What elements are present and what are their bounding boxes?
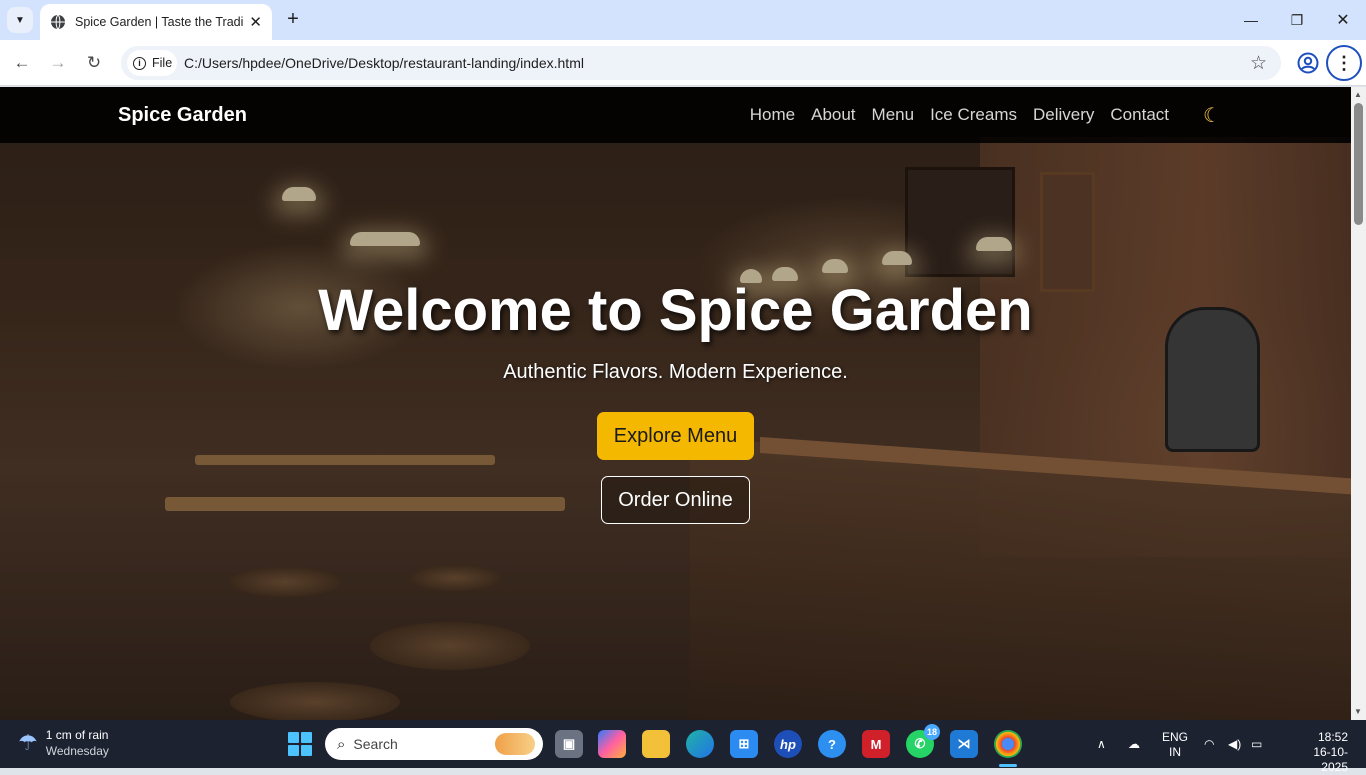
wifi-icon[interactable]: ◠ <box>1204 720 1214 768</box>
new-tab-button[interactable]: + <box>282 9 304 31</box>
close-window-button[interactable]: ✕ <box>1320 0 1366 40</box>
show-hidden-icons-button[interactable]: ∧ <box>1097 720 1106 768</box>
chevron-up-icon: ∧ <box>1097 737 1106 751</box>
browser-toolbar: ← → ↻ i File C:/Users/hpdee/OneDrive/Des… <box>0 40 1366 86</box>
weather-day: Wednesday <box>45 744 109 758</box>
language-indicator[interactable]: ENG IN <box>1162 730 1188 760</box>
help-icon[interactable]: ? <box>818 730 846 758</box>
hp-icon[interactable]: hp <box>774 730 802 758</box>
chevron-down-icon: ▼ <box>15 14 25 26</box>
close-tab-icon[interactable]: ✕ <box>249 13 262 31</box>
profile-icon[interactable] <box>1296 51 1320 75</box>
back-button[interactable]: ← <box>8 49 36 77</box>
arrow-right-icon: → <box>49 53 67 72</box>
lang-region: IN <box>1169 745 1181 759</box>
globe-icon <box>51 14 65 30</box>
tab-search-button[interactable]: ▼ <box>7 7 33 33</box>
file-explorer-icon[interactable] <box>642 730 670 758</box>
site-brand-logo[interactable]: Spice Garden <box>118 104 247 127</box>
task-view-icon[interactable]: ▣ <box>555 730 583 758</box>
microsoft-store-icon[interactable]: ⊞ <box>730 730 758 758</box>
hero-title: Welcome to Spice Garden <box>318 278 1033 343</box>
tab-title: Spice Garden | Taste the Tradition <box>75 15 244 29</box>
hero-subtitle: Authentic Flavors. Modern Experience. <box>503 361 848 383</box>
copilot-icon[interactable] <box>598 730 626 758</box>
whatsapp-icon[interactable]: ✆ 18 <box>906 724 940 758</box>
nav-link-home[interactable]: Home <box>750 105 795 125</box>
nav-link-ice-creams[interactable]: Ice Creams <box>930 105 1017 125</box>
battery-icon[interactable]: ▭ <box>1251 720 1262 768</box>
clock-time: 18:52 <box>1317 730 1348 744</box>
scroll-down-icon[interactable]: ▼ <box>1354 707 1362 716</box>
nav-link-delivery[interactable]: Delivery <box>1033 105 1094 125</box>
search-highlight-image <box>495 733 535 755</box>
site-navbar: Spice Garden Home About Menu Ice Creams … <box>0 87 1351 143</box>
windows-taskbar: ☂ 1 cm of rain Wednesday ⌕ Search ▣ ⊞ hp… <box>0 720 1366 774</box>
scroll-up-icon[interactable]: ▲ <box>1354 90 1362 99</box>
forward-button[interactable]: → <box>44 49 72 77</box>
info-icon: i <box>133 56 146 70</box>
bookmark-star-icon[interactable]: ☆ <box>1250 52 1267 75</box>
browser-tab-active[interactable]: Spice Garden | Taste the Tradition ✕ <box>40 4 272 40</box>
taskbar-search-box[interactable]: ⌕ Search <box>325 728 543 760</box>
reload-icon: ↻ <box>86 53 102 72</box>
site-info-chip[interactable]: i File <box>127 50 177 76</box>
weather-summary: 1 cm of rain <box>45 728 109 742</box>
theme-toggle-button[interactable]: ☾ <box>1203 103 1221 128</box>
browser-tab-strip: ▼ Spice Garden | Taste the Tradition ✕ +… <box>0 0 1366 40</box>
scrollbar-thumb[interactable] <box>1354 103 1363 225</box>
network-offline-icon[interactable]: ☁ <box>1128 720 1140 768</box>
restore-button[interactable]: ❐ <box>1274 0 1320 40</box>
mcafee-icon[interactable]: M <box>862 730 890 758</box>
vscode-icon[interactable]: ⋊ <box>950 730 978 758</box>
volume-icon[interactable]: ◀) <box>1228 720 1241 768</box>
nav-link-about[interactable]: About <box>811 105 855 125</box>
page-viewport: Spice Garden Home About Menu Ice Creams … <box>0 87 1351 720</box>
arrow-left-icon: ← <box>13 53 31 72</box>
browser-menu-button[interactable]: ⋮ <box>1326 45 1362 81</box>
start-button[interactable] <box>288 732 312 756</box>
page-scrollbar[interactable]: ▲ ▼ <box>1351 87 1366 720</box>
order-online-button[interactable]: Order Online <box>601 476 750 524</box>
moon-icon: ☾ <box>1203 105 1221 127</box>
nav-link-menu[interactable]: Menu <box>872 105 915 125</box>
clock-date: 16-10-2025 <box>1313 745 1348 774</box>
umbrella-rain-icon: ☂ <box>18 730 38 755</box>
address-bar[interactable]: i File C:/Users/hpdee/OneDrive/Desktop/r… <box>121 46 1281 80</box>
reload-button[interactable]: ↻ <box>80 49 108 77</box>
chrome-icon[interactable] <box>994 730 1022 758</box>
site-info-label: File <box>152 56 173 70</box>
kebab-menu-icon: ⋮ <box>1335 52 1353 73</box>
active-app-indicator <box>999 764 1017 767</box>
search-icon: ⌕ <box>337 735 346 753</box>
hero-overlay <box>0 87 1351 720</box>
minimize-button[interactable]: — <box>1228 0 1274 40</box>
taskbar-search-placeholder: Search <box>353 736 398 752</box>
lang-code: ENG <box>1162 730 1189 744</box>
system-clock[interactable]: 18:52 16-10-2025 <box>1300 730 1348 775</box>
whatsapp-badge: 18 <box>924 724 940 740</box>
weather-widget[interactable]: ☂ 1 cm of rain Wednesday <box>18 728 109 758</box>
explore-menu-button[interactable]: Explore Menu <box>597 412 754 460</box>
url-text[interactable]: C:/Users/hpdee/OneDrive/Desktop/restaura… <box>184 55 584 71</box>
nav-link-contact[interactable]: Contact <box>1110 105 1169 125</box>
edge-browser-icon[interactable] <box>686 730 714 758</box>
site-nav-links: Home About Menu Ice Creams Delivery Cont… <box>750 105 1169 125</box>
